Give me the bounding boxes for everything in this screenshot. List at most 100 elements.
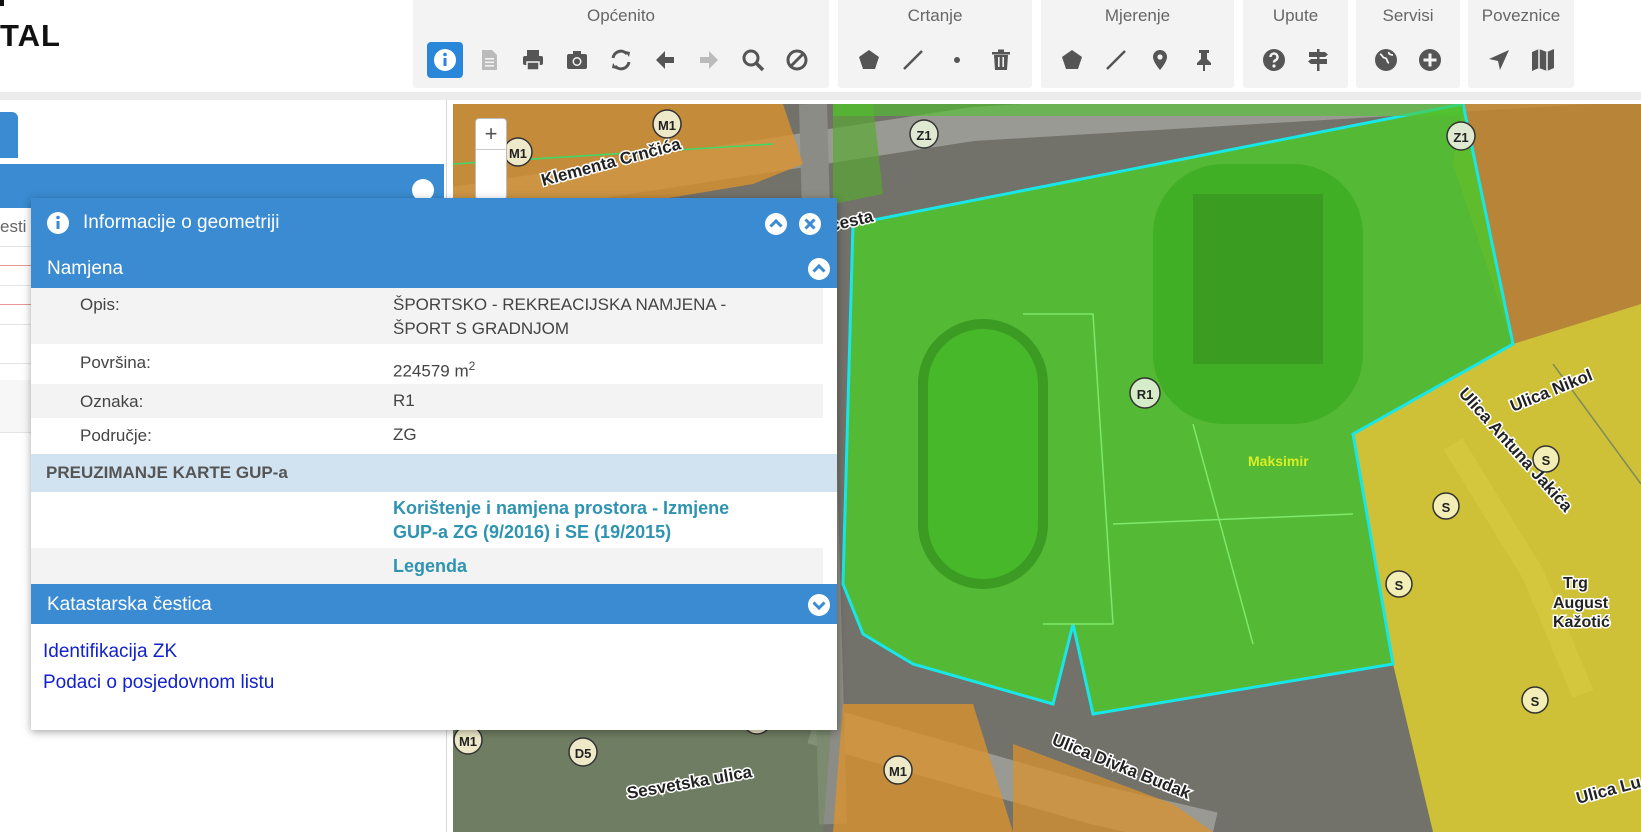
search-button[interactable] — [735, 42, 771, 78]
point-icon — [954, 57, 960, 63]
toolbar-group-opcenito: Općenito — [413, 0, 829, 88]
zone-badge-m1[interactable]: M1 — [503, 137, 533, 167]
print-icon — [523, 50, 543, 71]
section-katastar-header[interactable]: Katastarska čestica — [31, 584, 837, 624]
top-header: TAL Općenito Crtanje Mjerenje Upute Serv… — [0, 0, 1641, 100]
toolbar-group-upute: Upute — [1243, 0, 1348, 88]
back-button[interactable] — [647, 42, 683, 78]
info-value-line: ŠPORTSKO - REKREACIJSKA NAMJENA - — [393, 295, 727, 314]
collapse-dialog-button[interactable] — [764, 212, 788, 236]
zone-badge-label: R1 — [1137, 387, 1154, 402]
zone-badge-r1[interactable]: R1 — [1129, 377, 1161, 409]
delete-drawing-button[interactable] — [983, 42, 1019, 78]
measure-point-button[interactable] — [1142, 42, 1178, 78]
info-label: Površina: — [80, 353, 151, 372]
possession-sheet-link[interactable]: Podaci o posjedovnom listu — [43, 672, 274, 694]
map-icon — [1532, 49, 1554, 71]
map-link-button[interactable] — [1525, 42, 1561, 78]
draw-polygon-button[interactable] — [851, 42, 887, 78]
camera-icon — [567, 51, 587, 69]
search-icon — [742, 49, 765, 72]
plus-circle-icon — [1419, 49, 1441, 71]
download-row: Korištenje i namjena prostora - Izmjene … — [31, 492, 823, 548]
measure-pin-button[interactable] — [1186, 42, 1222, 78]
zone-badge-s[interactable]: S — [1521, 686, 1549, 714]
land-use-map-link[interactable]: Korištenje i namjena prostora - Izmjene … — [393, 496, 729, 544]
dialog-title: Informacije o geometriji — [83, 212, 280, 233]
guide-button[interactable] — [1300, 42, 1336, 78]
draw-point-button[interactable] — [939, 42, 975, 78]
signpost-icon — [1307, 49, 1328, 71]
zone-badge-s[interactable]: S — [1532, 445, 1560, 473]
line-icon — [1105, 50, 1126, 70]
zone-badge-label: D5 — [575, 746, 592, 761]
zone-badge-label: M1 — [658, 118, 676, 133]
section-namjena-header[interactable]: Namjena — [31, 248, 837, 288]
link-line: Korištenje i namjena prostora - Izmjene — [393, 498, 730, 518]
info-row-povrsina: Površina: 224579 m2 — [31, 344, 823, 384]
toolbar-group-title: Upute — [1272, 6, 1319, 25]
arrow-left-icon — [656, 51, 674, 69]
zone-badge-label: S — [1531, 694, 1540, 709]
info-button[interactable] — [427, 42, 463, 78]
square-label: Kažotić — [1553, 614, 1610, 631]
download-map-title: PREUZIMANJE KARTE GUP-a — [46, 463, 288, 482]
land-registry-identification-link[interactable]: Identifikacija ZK — [43, 641, 177, 663]
arrow-right-icon — [700, 51, 718, 69]
draw-line-button[interactable] — [895, 42, 931, 78]
zone-badge-m1[interactable]: M1 — [453, 725, 483, 755]
info-icon — [47, 212, 69, 234]
document-button[interactable] — [471, 42, 507, 78]
navigate-button[interactable] — [1481, 42, 1517, 78]
map-marker-icon — [1152, 50, 1167, 70]
toolbar-group-servisi: Servisi — [1356, 0, 1460, 88]
zone-badge-m1[interactable]: M1 — [883, 755, 913, 785]
zone-badge-z1[interactable]: Z1 — [909, 119, 939, 149]
zone-badge-z1[interactable]: Z1 — [1446, 121, 1476, 151]
toolbar-group-mjerenje: Mjerenje — [1041, 0, 1234, 88]
measure-area-button[interactable] — [1054, 42, 1090, 78]
refresh-button[interactable] — [603, 42, 639, 78]
zone-badge-label: Z1 — [1453, 130, 1468, 145]
zoom-in-button[interactable]: + — [476, 119, 506, 150]
square-label: August — [1553, 595, 1609, 612]
chevron-down-icon[interactable] — [807, 593, 831, 617]
info-label: Oznaka: — [80, 392, 144, 411]
refresh-icon — [611, 49, 631, 71]
screenshot-button[interactable] — [559, 42, 595, 78]
section-title: Katastarska čestica — [47, 594, 212, 615]
header-divider — [0, 92, 1641, 100]
toolbar-group-title: Crtanje — [907, 6, 963, 25]
polygon-icon — [859, 50, 879, 69]
running-track — [918, 319, 1048, 589]
info-value: ŠPORTSKO - REKREACIJSKA NAMJENA - ŠPORT … — [393, 293, 726, 341]
zone-badge-s[interactable]: S — [1432, 492, 1460, 520]
zone-badge-s[interactable]: S — [1385, 570, 1413, 598]
chevron-up-icon[interactable] — [807, 257, 831, 281]
zone-badge-label: M1 — [459, 734, 477, 749]
zone-badge-label: S — [1442, 500, 1451, 515]
info-value: R1 — [393, 391, 415, 410]
clear-button[interactable] — [779, 42, 815, 78]
zone-badge-m1[interactable]: M1 — [652, 109, 682, 139]
close-dialog-button[interactable] — [798, 212, 822, 236]
logo-text: TAL — [0, 18, 61, 53]
legend-link[interactable]: Legenda — [393, 554, 467, 578]
info-label: Područje: — [80, 426, 152, 445]
help-button[interactable] — [1256, 42, 1292, 78]
add-service-button[interactable] — [1412, 42, 1448, 78]
square-label: Trg — [1563, 575, 1588, 592]
toolbar-group-title: Mjerenje — [1104, 6, 1171, 25]
info-value: 224579 m2 — [393, 354, 475, 384]
forward-button[interactable] — [691, 42, 727, 78]
question-icon — [1262, 49, 1285, 71]
dialog-header[interactable]: Informacije o geometriji — [31, 198, 837, 248]
info-label: Opis: — [80, 295, 120, 314]
zone-badge-d5[interactable]: D5 — [568, 737, 598, 767]
zone-badge-label: S — [1395, 578, 1404, 593]
services-globe-button[interactable] — [1368, 42, 1404, 78]
measure-length-button[interactable] — [1098, 42, 1134, 78]
info-icon — [434, 49, 456, 71]
side-panel-tab[interactable] — [0, 112, 18, 158]
print-button[interactable] — [515, 42, 551, 78]
